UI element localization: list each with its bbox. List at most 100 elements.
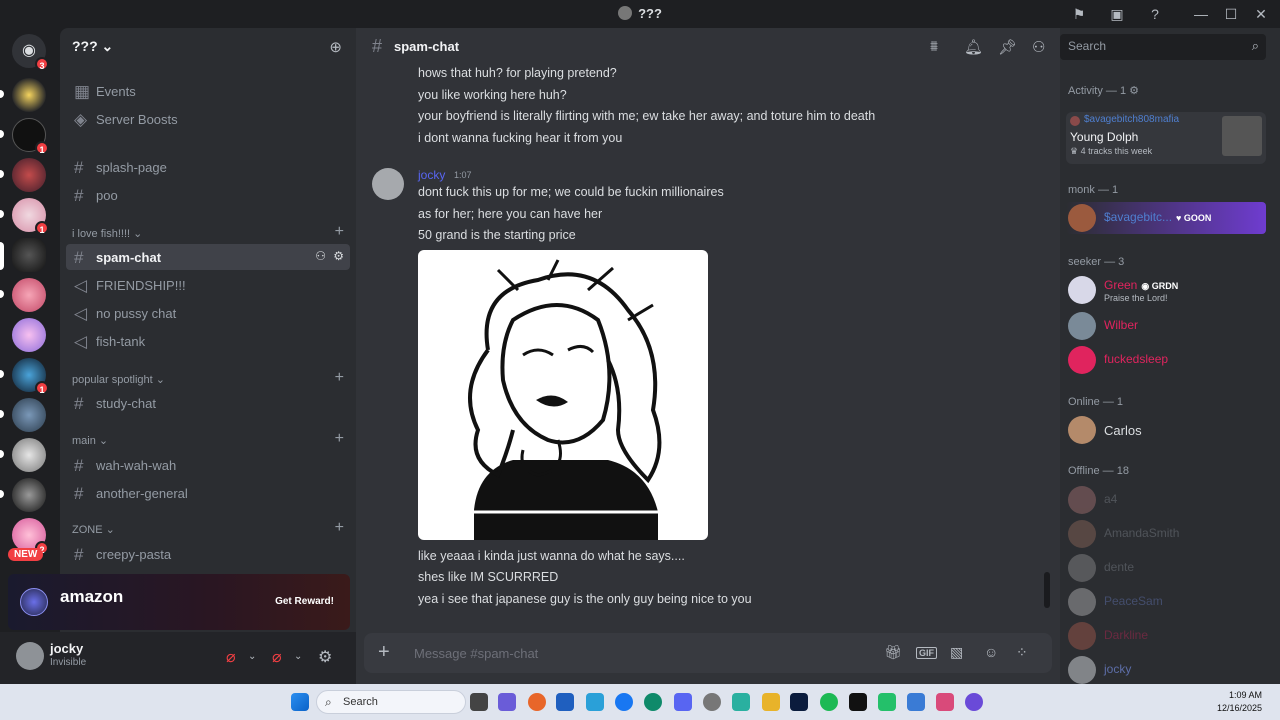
member-item[interactable]: PeaceSam	[1066, 586, 1266, 618]
category-popular-spotlight[interactable]: popular spotlight ⌄	[72, 373, 165, 386]
member-item[interactable]: $avagebitc... ♥ GOON	[1066, 202, 1266, 234]
bell-icon[interactable]: 🔔︎	[964, 38, 983, 56]
channel-splash-page[interactable]: # splash-page	[66, 154, 350, 180]
chat-scrollbar[interactable]	[1044, 572, 1050, 608]
member-item[interactable]: fuckedsleep	[1066, 344, 1266, 376]
server-icon[interactable]	[12, 438, 46, 472]
channel-spam-chat[interactable]: # spam-chat ⚇ ⚙	[66, 244, 350, 270]
member-item[interactable]: AmandaSmith	[1066, 518, 1266, 550]
screen-icon[interactable]: ▣	[1108, 5, 1126, 23]
user-settings-icon[interactable]: ⚙	[318, 647, 332, 667]
file-explorer-icon[interactable]	[762, 693, 780, 711]
app-icon[interactable]	[936, 693, 954, 711]
app-icon[interactable]	[878, 693, 896, 711]
terminal-icon[interactable]	[556, 693, 574, 711]
activity-card[interactable]: $avagebitch808mafia Young Dolph ♛ 4 trac…	[1066, 112, 1266, 164]
close-button[interactable]: ✕	[1252, 5, 1270, 23]
member-item[interactable]: dente	[1066, 552, 1266, 584]
spotify-icon[interactable]	[820, 693, 838, 711]
avatar[interactable]	[16, 642, 44, 670]
message-input[interactable]	[414, 643, 834, 663]
add-channel-icon[interactable]: +	[335, 430, 344, 448]
channel-poo[interactable]: # poo	[66, 182, 350, 208]
pin-icon[interactable]: 📌︎	[998, 38, 1017, 56]
author-avatar[interactable]	[372, 168, 404, 200]
media-player-icon[interactable]	[965, 693, 983, 711]
app-icon[interactable]	[907, 693, 925, 711]
server-icon[interactable]: 2	[12, 518, 49, 555]
settings-icon[interactable]: ⚙	[333, 249, 344, 263]
category-zone[interactable]: ZONE ⌄	[72, 523, 115, 536]
help-icon[interactable]: ?	[1146, 5, 1164, 23]
add-channel-icon[interactable]: +	[335, 223, 344, 241]
member-item[interactable]: Green ◉ GRDN Praise the Lord!	[1066, 274, 1266, 306]
audio-icon[interactable]	[849, 693, 867, 711]
voice-friendship[interactable]: ◁ FRIENDSHIP!!!	[66, 272, 350, 298]
user-name[interactable]: jocky	[50, 641, 83, 656]
server-icon[interactable]	[12, 398, 46, 432]
server-icon[interactable]	[12, 278, 46, 312]
settings-app-icon[interactable]	[703, 693, 721, 711]
server-icon[interactable]: 1	[12, 358, 49, 395]
channel-study-chat[interactable]: # study-chat	[66, 390, 350, 416]
server-icon[interactable]	[12, 78, 46, 112]
threads-icon[interactable]: ⩩	[930, 38, 938, 55]
gif-icon[interactable]: GIF	[916, 647, 937, 659]
start-button-icon[interactable]	[291, 693, 309, 711]
discord-taskbar-icon[interactable]	[674, 693, 692, 711]
category-i-love-fish[interactable]: i love fish!!!! ⌄	[72, 227, 142, 240]
mic-muted-icon[interactable]: ⌀	[226, 647, 236, 667]
gift-icon[interactable]: 🎁︎	[884, 644, 902, 661]
search-input[interactable]	[1068, 39, 1238, 53]
channel-another-general[interactable]: # another-general	[66, 480, 350, 506]
app-icon[interactable]	[732, 693, 750, 711]
message-author[interactable]: jocky	[418, 168, 445, 182]
notepad-icon[interactable]	[586, 693, 604, 711]
invite-icon[interactable]: ⊕	[329, 38, 342, 56]
system-clock[interactable]: 1:09 AM 12/16/2025	[1217, 689, 1262, 715]
server-icon[interactable]	[12, 238, 46, 272]
taskbar-search[interactable]: ⌕ Search	[316, 690, 466, 714]
server-icon[interactable]	[12, 478, 46, 512]
member-item[interactable]: jocky	[1066, 654, 1266, 686]
firefox-icon[interactable]	[528, 693, 546, 711]
apps-icon[interactable]: ⁘	[1016, 644, 1028, 661]
server-name[interactable]: ??? ⌄	[72, 38, 113, 55]
get-reward-button[interactable]: Get Reward!	[275, 596, 334, 607]
member-item[interactable]: Darkline	[1066, 620, 1266, 652]
add-channel-icon[interactable]: +	[335, 369, 344, 387]
channel-wah-wah-wah[interactable]: # wah-wah-wah	[66, 452, 350, 478]
edge-icon[interactable]	[644, 693, 662, 711]
gear-icon[interactable]: ⚙	[1129, 85, 1139, 97]
chevron-down-icon[interactable]: ⌄	[248, 651, 256, 662]
members-icon[interactable]: ⚇	[1032, 38, 1045, 56]
member-item[interactable]: Carlos	[1066, 414, 1266, 446]
member-item[interactable]: a4	[1066, 484, 1266, 516]
channel-creepy-pasta[interactable]: # creepy-pasta	[66, 541, 350, 567]
deafen-icon[interactable]: ⌀	[272, 647, 282, 667]
sticker-icon[interactable]: ▧	[950, 644, 963, 661]
events-item[interactable]: ▦ Events	[66, 78, 350, 104]
server-icon[interactable]: 1	[12, 198, 49, 235]
server-boosts-item[interactable]: ◈ Server Boosts	[66, 106, 350, 132]
server-icon[interactable]	[12, 158, 46, 192]
task-view-icon[interactable]	[470, 693, 488, 711]
copilot-icon[interactable]	[498, 693, 516, 711]
photoshop-icon[interactable]	[790, 693, 808, 711]
dm-home-button[interactable]: ◉ 3	[12, 34, 49, 71]
inbox-icon[interactable]: ⚑	[1070, 5, 1088, 23]
amazon-promo-banner[interactable]: amazon Get Reward!	[8, 574, 350, 630]
minimize-button[interactable]: —	[1192, 5, 1210, 23]
voice-fish-tank[interactable]: ◁ fish-tank	[66, 328, 350, 354]
server-icon[interactable]	[12, 318, 46, 352]
member-item[interactable]: Wilber	[1066, 310, 1266, 342]
chevron-down-icon[interactable]: ⌄	[294, 651, 302, 662]
server-header[interactable]: ??? ⌄ ⊕	[60, 28, 356, 66]
server-icon[interactable]: 1	[12, 118, 49, 155]
invite-member-icon[interactable]: ⚇	[315, 249, 326, 263]
image-attachment[interactable]	[418, 250, 708, 540]
facebook-icon[interactable]	[615, 693, 633, 711]
maximize-button[interactable]: ☐	[1222, 5, 1240, 23]
category-main[interactable]: main ⌄	[72, 434, 108, 447]
add-attachment-icon[interactable]: +	[378, 641, 390, 664]
